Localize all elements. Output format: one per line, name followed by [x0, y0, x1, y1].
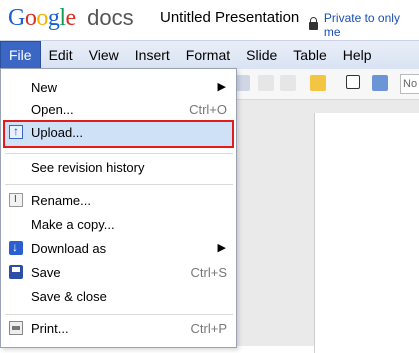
menu-item-label: See revision history — [31, 160, 145, 175]
menu-item-label: Open... — [31, 102, 74, 117]
text-box-icon[interactable] — [346, 75, 360, 89]
menu-item-download-as[interactable]: Download as ▶ — [1, 238, 236, 260]
menu-format[interactable]: Format — [178, 41, 238, 69]
shape-icon[interactable] — [310, 75, 326, 91]
menu-insert[interactable]: Insert — [127, 41, 178, 69]
menu-item-rename[interactable]: Rename... — [1, 190, 236, 212]
slide-preview[interactable] — [314, 113, 419, 353]
menu-item-label: Make a copy... — [31, 217, 115, 232]
menu-item-revision-history[interactable]: See revision history — [1, 157, 236, 179]
submenu-arrow-icon: ▶ — [217, 242, 226, 254]
file-dropdown-menu: New ▶ Open... Ctrl+O Upload... See revis… — [0, 68, 237, 348]
redo-icon[interactable] — [280, 75, 296, 91]
menu-view[interactable]: View — [81, 41, 127, 69]
privacy-indicator[interactable]: Private to only me — [309, 11, 419, 39]
download-icon — [9, 240, 23, 255]
menu-help[interactable]: Help — [335, 41, 380, 69]
rename-icon — [9, 193, 23, 207]
menu-item-label: Print... — [31, 321, 69, 336]
menu-slide[interactable]: Slide — [238, 41, 285, 69]
toolbar — [234, 69, 419, 100]
menu-item-label: Download as — [31, 241, 107, 256]
menu-item-label: Save — [31, 265, 61, 280]
submenu-arrow-icon: ▶ — [217, 81, 226, 93]
font-field[interactable]: No — [400, 74, 419, 94]
menu-table[interactable]: Table — [285, 41, 334, 69]
menu-edit[interactable]: Edit — [41, 41, 81, 69]
menu-item-label: New — [31, 80, 58, 95]
shortcut-text: Ctrl+S — [190, 265, 227, 280]
menu-item-make-copy[interactable]: Make a copy... — [1, 214, 236, 236]
menu-item-label: Rename... — [31, 193, 91, 208]
lock-icon — [309, 17, 318, 30]
app-header: Google docs Untitled Presentation Privat… — [0, 0, 419, 40]
save-icon — [9, 265, 23, 279]
menu-item-save-close[interactable]: Save & close — [1, 286, 236, 308]
image-icon[interactable] — [372, 75, 388, 91]
menu-item-open[interactable]: Open... Ctrl+O — [1, 99, 236, 121]
upload-icon — [9, 124, 23, 139]
menu-item-upload[interactable]: Upload... — [1, 122, 236, 144]
logo-google-text: Google — [8, 5, 76, 31]
document-title[interactable]: Untitled Presentation — [160, 9, 299, 26]
shortcut-text: Ctrl+P — [190, 321, 227, 336]
menu-item-save[interactable]: Save Ctrl+S — [1, 262, 236, 284]
menu-item-label: Save & close — [31, 289, 107, 304]
menu-bar: File Edit View Insert Format Slide Table… — [0, 40, 419, 70]
google-docs-logo[interactable]: Google docs — [8, 4, 134, 32]
privacy-text[interactable]: Private to only me — [324, 11, 419, 39]
menu-separator — [5, 314, 233, 315]
shortcut-text: Ctrl+O — [189, 102, 227, 117]
menu-item-new[interactable]: New ▶ — [1, 77, 236, 99]
print-icon — [9, 321, 23, 335]
menu-file[interactable]: File — [0, 41, 41, 69]
menu-item-print[interactable]: Print... Ctrl+P — [1, 318, 236, 340]
logo-docs-text: docs — [87, 5, 134, 30]
menu-separator — [5, 153, 233, 154]
undo-icon[interactable] — [258, 75, 274, 91]
menu-separator — [5, 184, 233, 185]
menu-item-label: Upload... — [31, 125, 84, 140]
